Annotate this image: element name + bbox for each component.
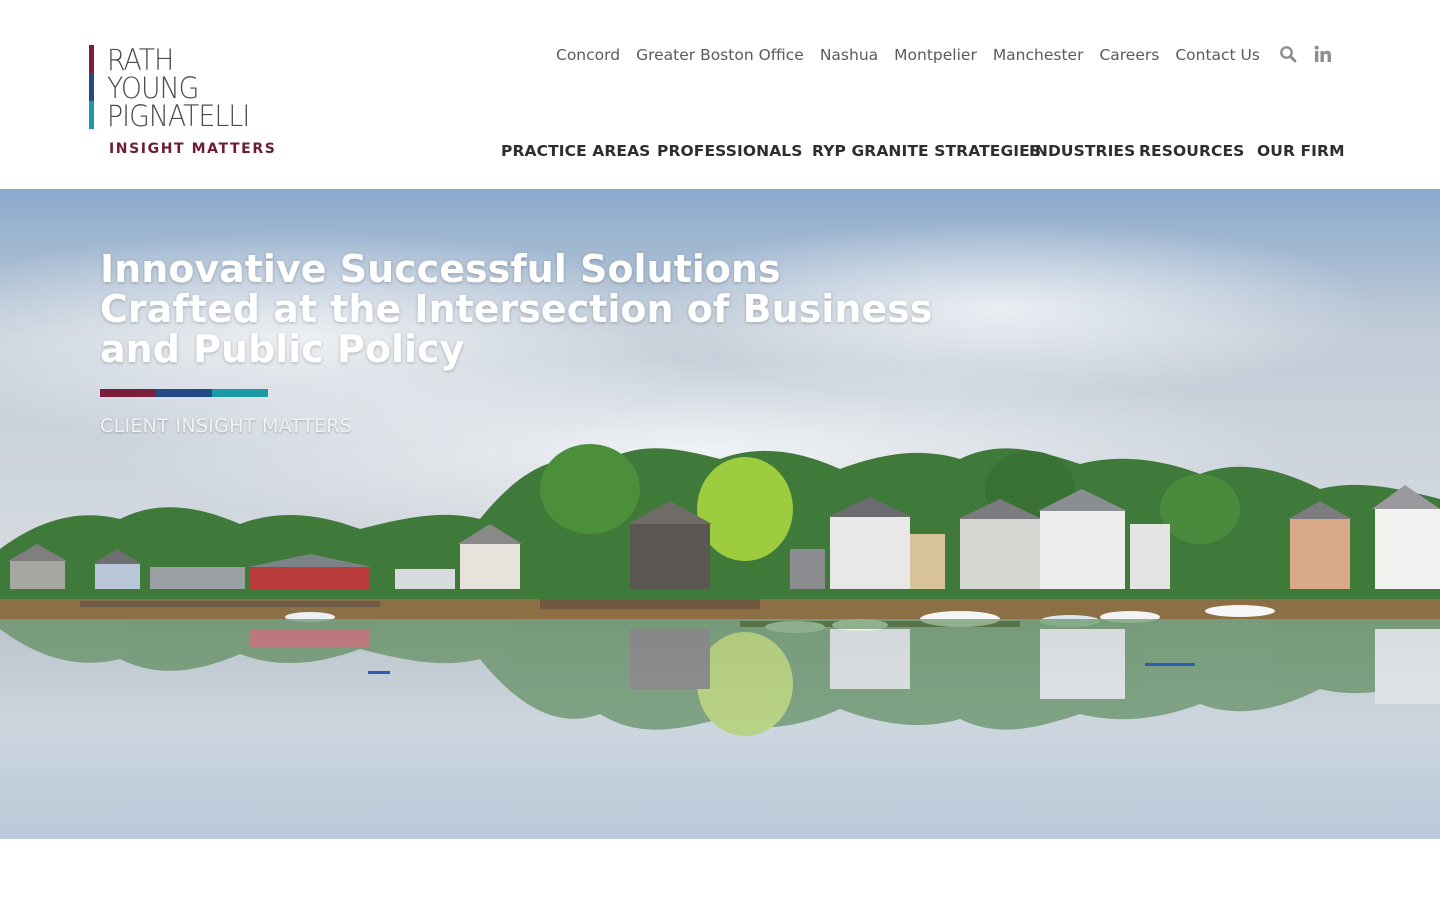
utility-nav: Concord Greater Boston Office Nashua Mon…: [556, 44, 1276, 66]
hero-banner: Innovative Successful Solutions Crafted …: [0, 189, 1440, 839]
mainnav-our-firm[interactable]: OUR FIRM: [1257, 142, 1345, 160]
mainnav-industries[interactable]: INDUSTRIES: [1029, 142, 1135, 160]
mainnav-practice-areas[interactable]: PRACTICE AREAS: [501, 142, 650, 160]
logo-bar-navy: [89, 73, 94, 101]
hero-tricolor-rule: [100, 389, 268, 397]
logo-bar-maroon: [89, 45, 94, 73]
topnav-link-manchester[interactable]: Manchester: [993, 46, 1084, 64]
hero-subtitle: CLIENT INSIGHT MATTERS: [100, 415, 353, 437]
main-nav: PRACTICE AREAS PROFESSIONALS RYP GRANITE…: [0, 142, 1440, 164]
search-icon[interactable]: [1278, 44, 1298, 64]
logo-line-pignatelli: PIGNATELLI: [107, 99, 250, 133]
topnav-link-careers[interactable]: Careers: [1099, 46, 1159, 64]
mainnav-professionals[interactable]: PROFESSIONALS: [657, 142, 803, 160]
logo-line-young: YOUNG: [107, 71, 199, 105]
topnav-link-concord[interactable]: Concord: [556, 46, 620, 64]
logo-bar-teal: [89, 101, 94, 129]
topnav-link-montpelier[interactable]: Montpelier: [894, 46, 977, 64]
topnav-link-contact-us[interactable]: Contact Us: [1175, 46, 1260, 64]
hero-title: Innovative Successful Solutions Crafted …: [100, 247, 933, 371]
topnav-link-nashua[interactable]: Nashua: [820, 46, 878, 64]
site-header: RATH YOUNG PIGNATELLI INSIGHT MATTERS Co…: [0, 0, 1440, 189]
linkedin-icon[interactable]: [1313, 44, 1333, 64]
rule-segment-maroon: [100, 389, 156, 397]
mainnav-ryp-granite-strategies[interactable]: RYP GRANITE STRATEGIES: [812, 142, 1041, 160]
logo-line-rath: RATH: [107, 43, 174, 77]
topnav-link-greater-boston-office[interactable]: Greater Boston Office: [636, 46, 804, 64]
mainnav-resources[interactable]: RESOURCES: [1139, 142, 1244, 160]
rule-segment-navy: [156, 389, 212, 397]
rule-segment-teal: [212, 389, 268, 397]
